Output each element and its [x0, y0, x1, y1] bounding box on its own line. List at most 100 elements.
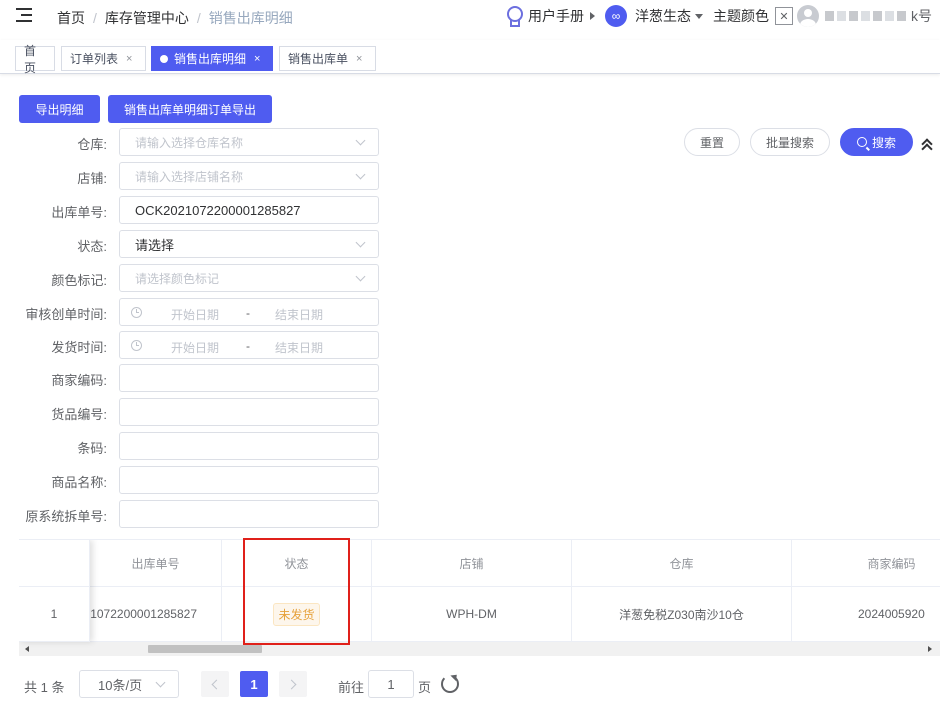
- page-unit-label: 页: [418, 680, 432, 695]
- cell-outbound-no: 21072200001285827: [79, 587, 222, 642]
- link-icon: ∞: [605, 5, 627, 27]
- warehouse-select[interactable]: 请输入选择仓库名称: [119, 128, 379, 156]
- tab-home[interactable]: 首页: [15, 44, 55, 75]
- start-date[interactable]: 开始日期: [171, 339, 219, 356]
- filter-product-name: 商品名称:: [0, 466, 380, 494]
- close-icon[interactable]: ×: [126, 53, 132, 65]
- close-icon[interactable]: ✕: [775, 7, 793, 25]
- tab-label: 订单列表: [70, 52, 119, 66]
- close-icon[interactable]: ×: [254, 53, 260, 65]
- theme-color-label: 主题颜色: [713, 8, 769, 24]
- chevron-down-icon: [355, 271, 366, 282]
- filter-ship-time: 发货时间: 开始日期 - 结束日期: [0, 331, 380, 359]
- next-page-button[interactable]: [279, 671, 307, 697]
- cell-shop: WPH-DM: [372, 587, 572, 642]
- page-size-select[interactable]: 10条/页: [79, 670, 179, 698]
- select-value: 请选择: [135, 237, 175, 253]
- column-header-warehouse[interactable]: 仓库: [572, 540, 792, 587]
- end-date[interactable]: 结束日期: [275, 339, 323, 356]
- breadcrumb-separator: /: [196, 10, 201, 26]
- index-header: [19, 540, 90, 587]
- collapse-up-icon[interactable]: [921, 137, 935, 155]
- scroll-right-icon[interactable]: [928, 646, 932, 652]
- breadcrumb: 首页 / 库存管理中心 / 销售出库明细: [57, 8, 293, 28]
- prev-page-button[interactable]: [201, 671, 229, 697]
- color-mark-select[interactable]: 请选择颜色标记: [119, 264, 379, 292]
- horizontal-scrollbar[interactable]: [19, 642, 940, 656]
- hamburger-icon[interactable]: [16, 8, 32, 22]
- filter-label: 商家编码:: [51, 373, 107, 388]
- search-button[interactable]: 搜索: [840, 128, 913, 156]
- filter-label: 商品名称:: [51, 475, 107, 490]
- filter-label: 仓库:: [77, 137, 107, 152]
- search-button-label: 搜索: [871, 135, 896, 150]
- column-header-shop[interactable]: 店铺: [372, 540, 572, 587]
- page-size-value: 10条/页: [98, 677, 143, 693]
- end-date[interactable]: 结束日期: [275, 306, 323, 323]
- audit-time-range[interactable]: 开始日期 - 结束日期: [119, 298, 379, 326]
- start-date[interactable]: 开始日期: [171, 306, 219, 323]
- filter-shop: 店铺: 请输入选择店铺名称: [0, 162, 380, 190]
- batch-search-button[interactable]: 批量搜索: [750, 128, 830, 156]
- goto-page-input[interactable]: 1: [368, 670, 414, 698]
- placeholder: 请输入选择仓库名称: [135, 135, 244, 150]
- tags-view-bar: 首页 订单列表 × 销售出库明细 × 销售出库单 ×: [0, 40, 940, 75]
- chevron-right-icon: [286, 679, 297, 689]
- username-suffix[interactable]: k号: [911, 6, 932, 26]
- clock-icon: [131, 340, 142, 351]
- filter-label: 颜色标记:: [51, 273, 107, 288]
- status-select[interactable]: 请选择: [119, 230, 379, 258]
- reset-button[interactable]: 重置: [684, 128, 740, 156]
- outbound-no-input[interactable]: OCK2021072200001285827: [119, 196, 379, 224]
- scrollbar-thumb[interactable]: [148, 645, 262, 653]
- close-icon[interactable]: ×: [356, 53, 362, 65]
- filter-label: 审核创单时间:: [25, 307, 107, 322]
- clock-icon: [131, 307, 142, 318]
- lightbulb-icon: [506, 6, 523, 27]
- placeholder: 请选择颜色标记: [135, 271, 220, 286]
- tab-label: 首页: [24, 43, 37, 75]
- shop-select[interactable]: 请输入选择店铺名称: [119, 162, 379, 190]
- outbound-detail-table: 出库单号 状态 店铺 仓库 商家编码 21072200001285827 未发货…: [19, 539, 940, 657]
- filter-label: 出库单号:: [51, 205, 107, 220]
- ecosystem-label: 洋葱生态: [635, 8, 691, 24]
- export-orders-button[interactable]: 销售出库单明细订单导出: [108, 95, 272, 123]
- ecosystem-menu[interactable]: ∞ 洋葱生态: [605, 5, 703, 27]
- tab-sales-outbound-detail[interactable]: 销售出库明细 ×: [151, 46, 273, 71]
- breadcrumb-inventory[interactable]: 库存管理中心: [105, 8, 189, 28]
- theme-color-menu[interactable]: 主题颜色: [713, 6, 769, 26]
- top-bar: 首页 / 库存管理中心 / 销售出库明细 用户手册 ∞ 洋葱生态 主题颜色 ✕ …: [0, 0, 940, 34]
- original-split-no-input[interactable]: [119, 500, 379, 528]
- input-value: OCK2021072200001285827: [135, 202, 301, 218]
- barcode-input[interactable]: [119, 432, 379, 460]
- filter-label: 条码:: [77, 441, 107, 456]
- filter-goods-no: 货品编号:: [0, 398, 380, 426]
- column-header-merchant-code[interactable]: 商家编码: [792, 540, 940, 587]
- product-name-input[interactable]: [119, 466, 379, 494]
- search-icon: [856, 137, 867, 147]
- caret-down-icon: [695, 13, 703, 19]
- scroll-left-icon[interactable]: [25, 646, 29, 652]
- breadcrumb-home[interactable]: 首页: [57, 8, 85, 28]
- chevron-down-icon: [355, 135, 366, 146]
- avatar[interactable]: [797, 5, 819, 27]
- placeholder: 请输入选择店铺名称: [135, 169, 244, 184]
- filter-status: 状态: 请选择: [0, 230, 380, 258]
- chevron-down-icon: [355, 169, 366, 180]
- tab-sales-outbound-order[interactable]: 销售出库单 ×: [279, 46, 376, 71]
- column-header-outbound-no[interactable]: 出库单号: [90, 540, 222, 587]
- user-manual-label: 用户手册: [528, 8, 584, 24]
- filter-color-mark: 颜色标记: 请选择颜色标记: [0, 264, 380, 292]
- filter-audit-time: 审核创单时间: 开始日期 - 结束日期: [0, 298, 380, 326]
- tab-label: 销售出库明细: [174, 52, 247, 66]
- breadcrumb-separator: /: [93, 10, 97, 26]
- user-manual-menu[interactable]: 用户手册: [506, 6, 595, 27]
- export-detail-button[interactable]: 导出明细: [19, 95, 100, 123]
- tab-order-list[interactable]: 订单列表 ×: [61, 46, 146, 71]
- page-number[interactable]: 1: [240, 671, 268, 697]
- goods-no-input[interactable]: [119, 398, 379, 426]
- refresh-icon[interactable]: [441, 675, 459, 693]
- filter-label: 店铺:: [77, 171, 107, 186]
- merchant-code-input[interactable]: [119, 364, 379, 392]
- ship-time-range[interactable]: 开始日期 - 结束日期: [119, 331, 379, 359]
